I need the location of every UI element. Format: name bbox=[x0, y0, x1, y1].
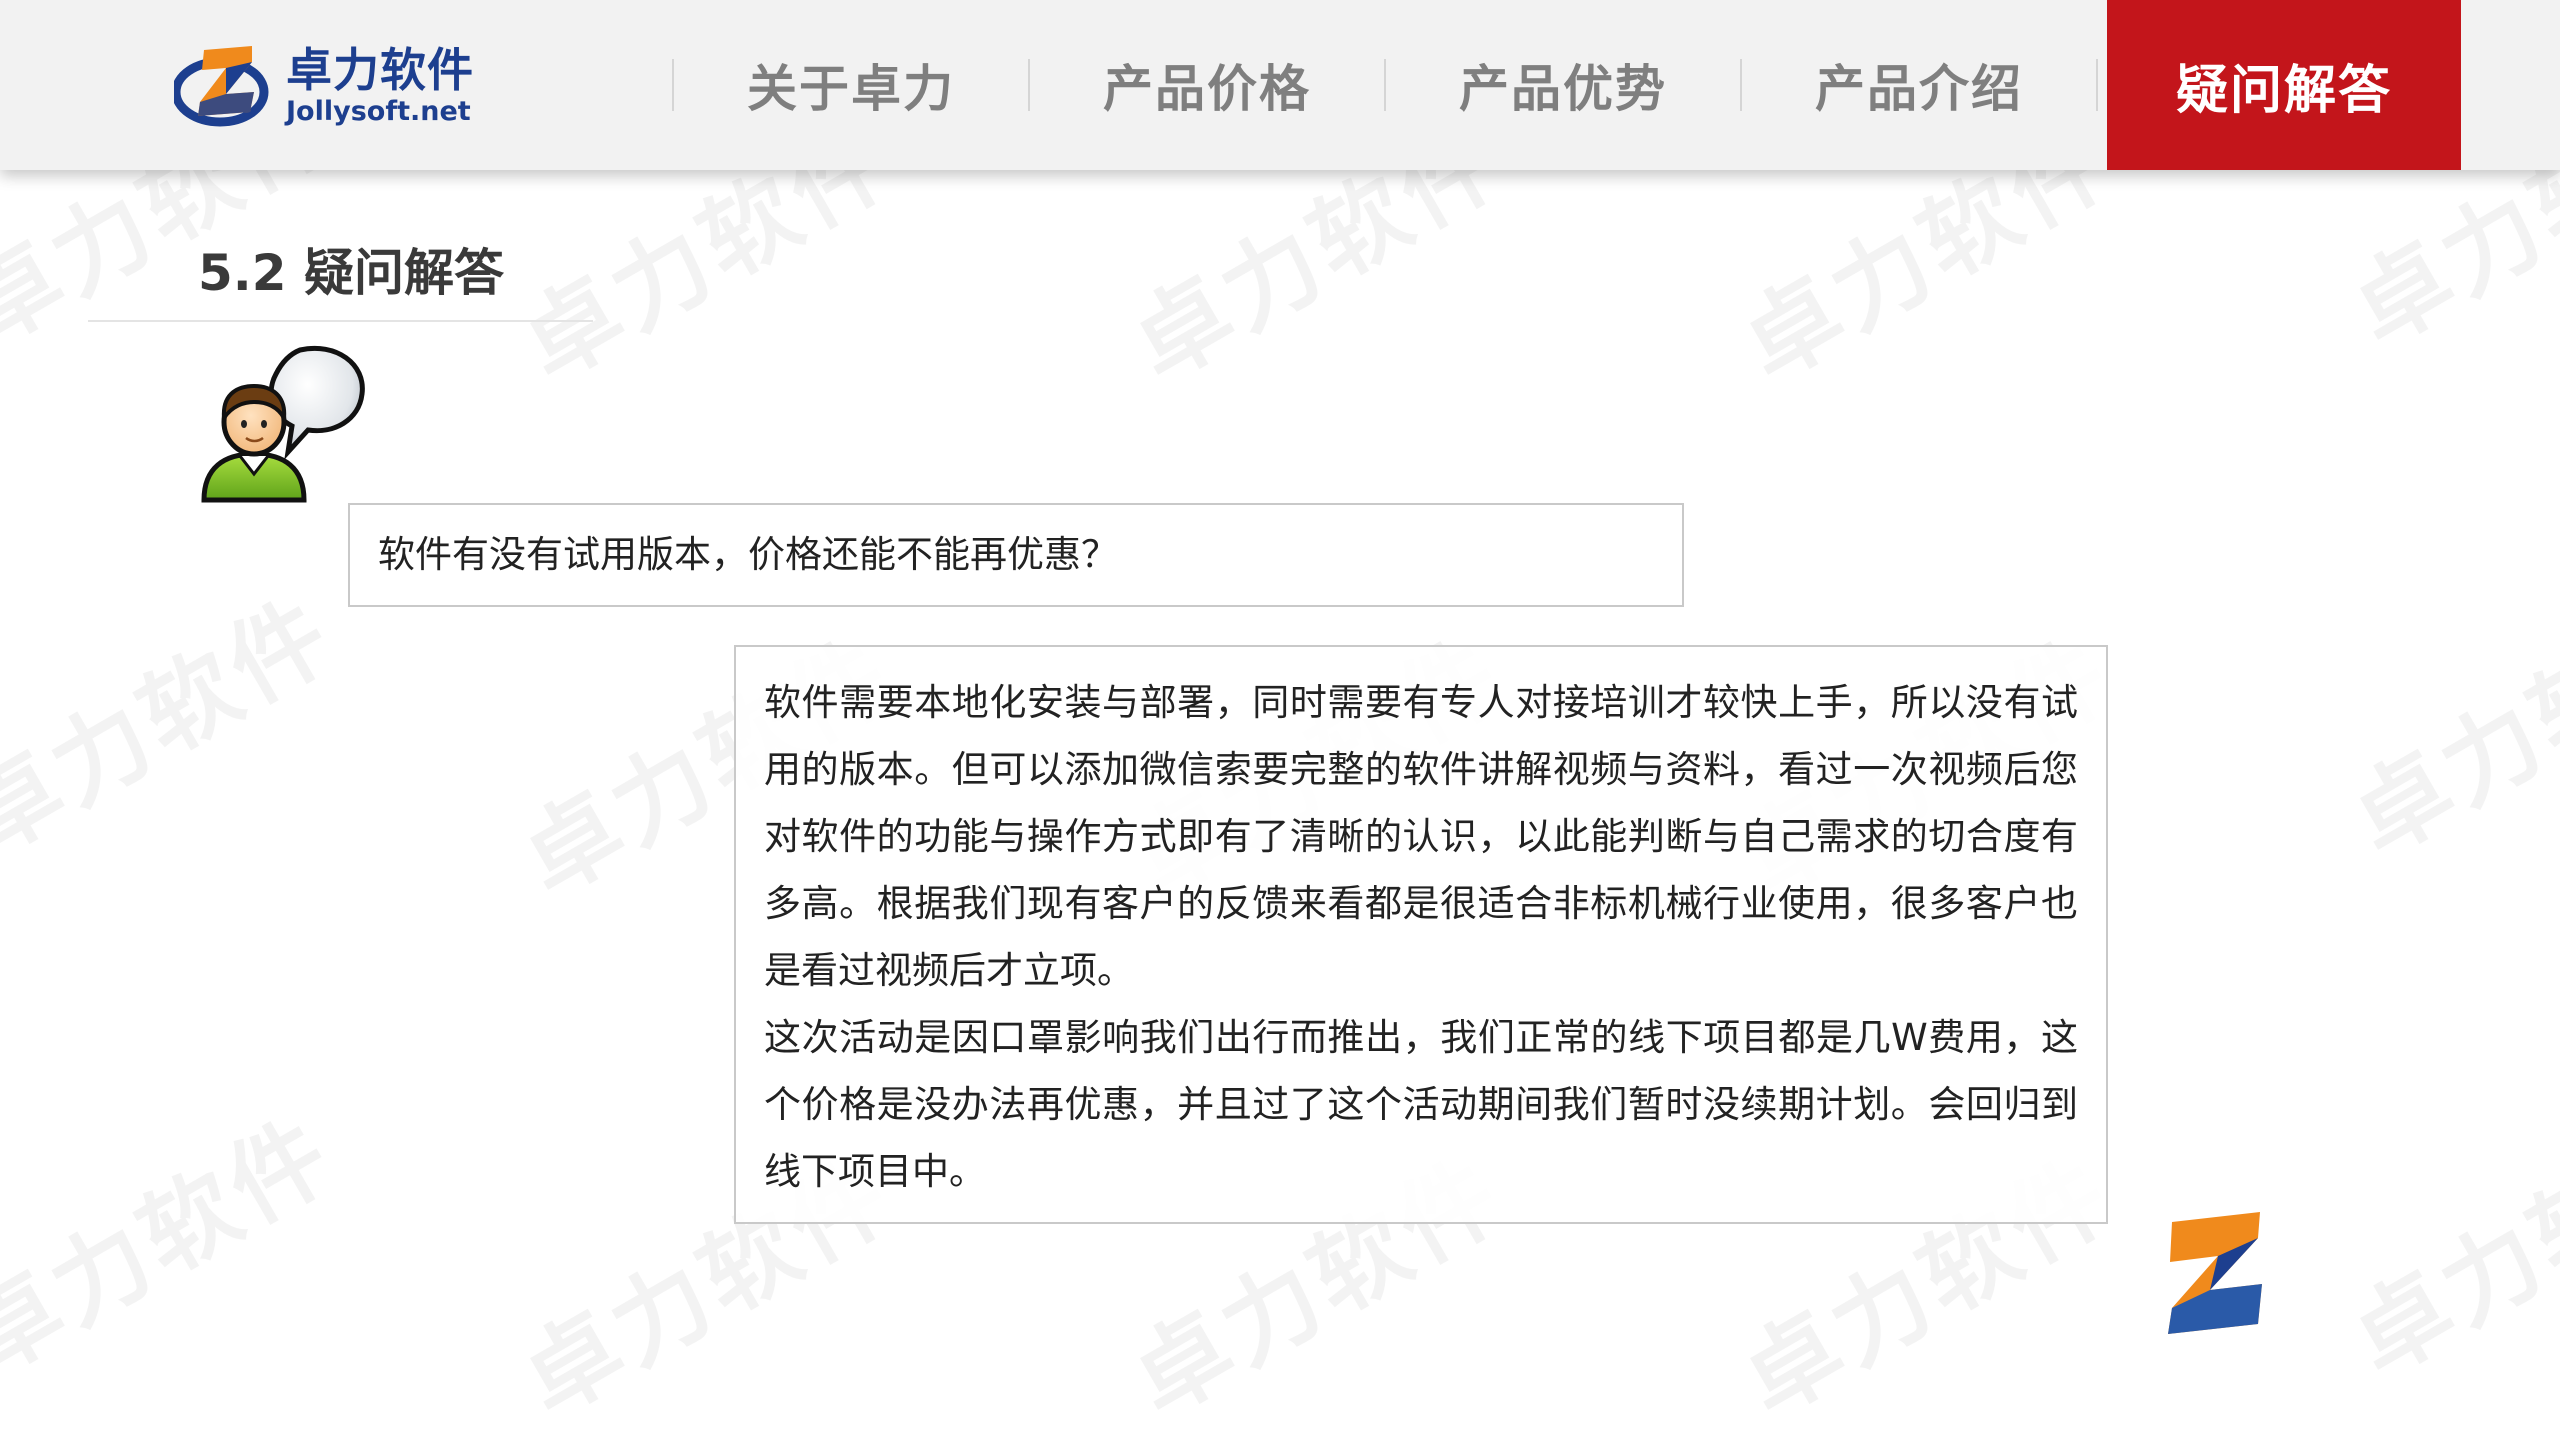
jollysoft-z-corner-icon bbox=[2168, 1212, 2262, 1334]
brand-logo[interactable]: 卓力软件 Jollysoft.net bbox=[174, 40, 494, 130]
brand-domain: Jollysoft.net bbox=[286, 96, 471, 127]
answer-paragraph: 这次活动是因口罩影响我们出行而推出，我们正常的线下项目都是几W费用，这个价格是没… bbox=[764, 1016, 2078, 1193]
nav-item-about[interactable]: 关于卓力 bbox=[674, 0, 1028, 170]
question-box: 软件有没有试用版本，价格还能不能再优惠？ bbox=[348, 503, 1684, 607]
nav-item-pricing[interactable]: 产品价格 bbox=[1030, 0, 1384, 170]
nav-item-advantages[interactable]: 产品优势 bbox=[1386, 0, 1740, 170]
answer-box: 软件需要本地化安装与部署，同时需要有专人对接培训才较快上手，所以没有试用的版本。… bbox=[734, 645, 2108, 1224]
question-text: 软件有没有试用版本，价格还能不能再优惠？ bbox=[378, 533, 1118, 576]
watermark-text: 卓力软件 bbox=[0, 1077, 355, 1401]
user-speech-bubble-icon bbox=[201, 345, 365, 503]
watermark-text: 卓力软件 bbox=[0, 557, 355, 881]
brand-name: 卓力软件 bbox=[286, 43, 474, 97]
jollysoft-z-logo-icon bbox=[174, 46, 269, 127]
nav-item-introduction[interactable]: 产品介绍 bbox=[1742, 0, 2096, 170]
section-divider bbox=[88, 320, 593, 322]
main-nav: 关于卓力 产品价格 产品优势 产品介绍 bbox=[672, 0, 2098, 170]
section-title: 5.2 疑问解答 bbox=[198, 244, 504, 302]
watermark-text: 卓力软件 bbox=[2323, 557, 2560, 881]
watermark-text: 卓力软件 bbox=[2323, 1077, 2560, 1401]
nav-item-faq-active[interactable]: 疑问解答 bbox=[2107, 0, 2461, 170]
nav-divider bbox=[2096, 59, 2098, 111]
answer-paragraph: 软件需要本地化安装与部署，同时需要有专人对接培训才较快上手，所以没有试用的版本。… bbox=[764, 681, 2078, 992]
top-header: 卓力软件 Jollysoft.net 关于卓力 产品价格 产品优势 产品介绍 疑… bbox=[0, 0, 2560, 170]
